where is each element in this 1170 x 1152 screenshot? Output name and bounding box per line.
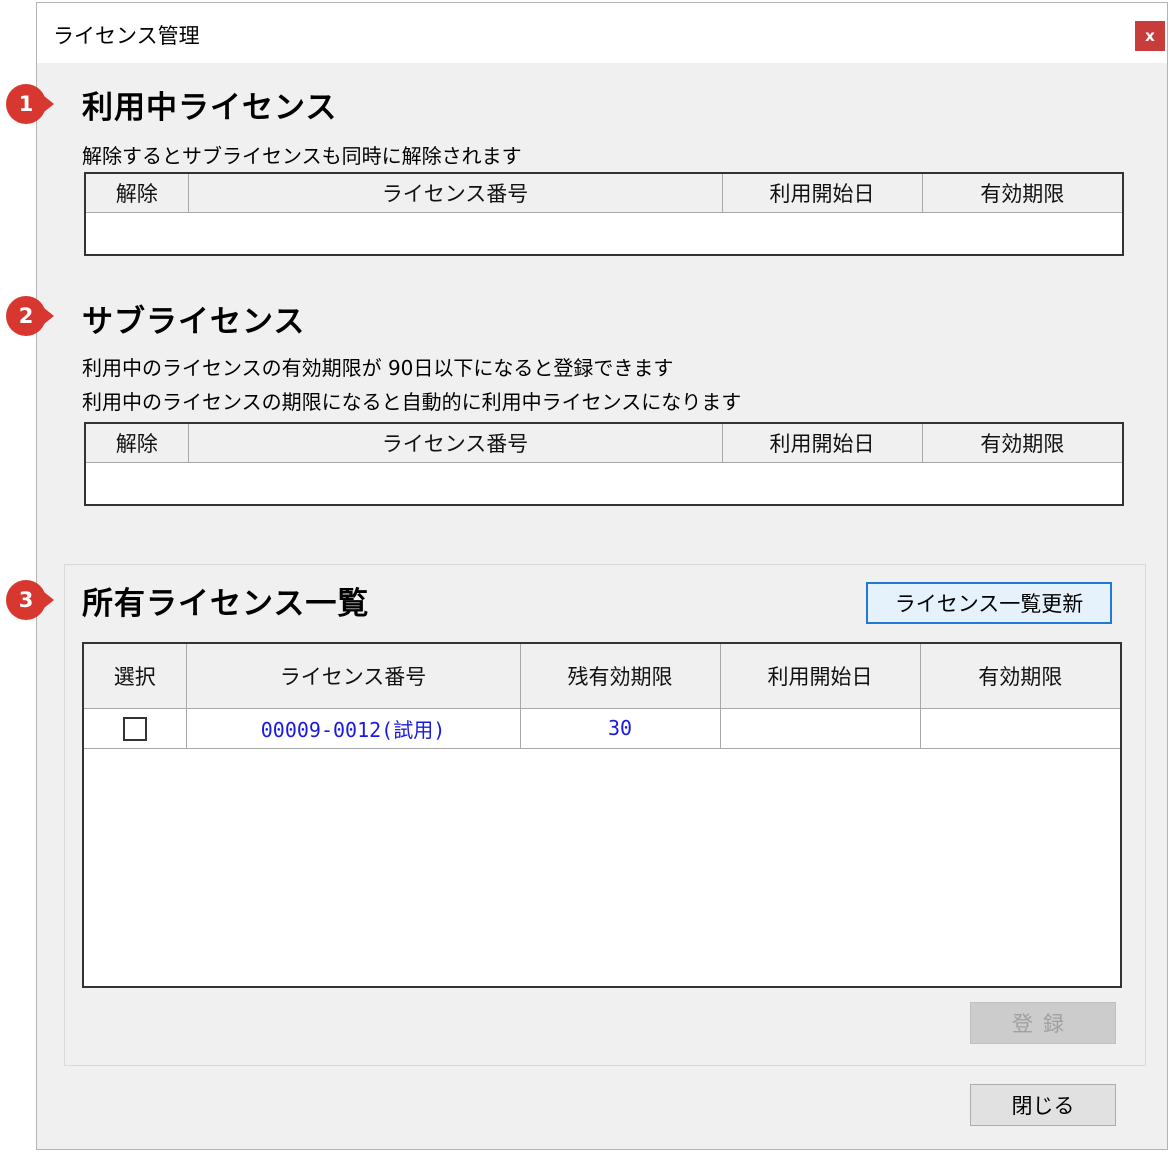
column-header-select: 選択: [84, 644, 187, 709]
register-button[interactable]: 登録: [970, 1002, 1116, 1044]
column-header-expiry: 有効期限: [922, 174, 1122, 213]
column-header-start-date: 利用開始日: [722, 424, 923, 463]
start-date-cell: [720, 708, 921, 749]
section-note-in-use: 解除するとサブライセンスも同時に解除されます: [82, 144, 522, 168]
column-header-release: 解除: [86, 174, 189, 213]
callout-marker-3: 3: [6, 580, 54, 620]
owned-license-table: 選択 ライセンス番号 残有効期限 利用開始日 有効期限 00009-0012(試…: [82, 642, 1122, 988]
column-header-license-number: ライセンス番号: [188, 174, 723, 213]
callout-marker-1: 1: [6, 84, 54, 124]
sub-license-table: 解除 ライセンス番号 利用開始日 有効期限: [84, 422, 1124, 506]
select-cell: [84, 708, 187, 749]
column-header-release: 解除: [86, 424, 189, 463]
column-header-start-date: 利用開始日: [720, 644, 921, 709]
column-header-license-number: ライセンス番号: [186, 644, 521, 709]
column-header-expiry: 有効期限: [922, 424, 1122, 463]
close-icon[interactable]: x: [1135, 21, 1165, 51]
section-note-sub-license-1: 利用中のライセンスの有効期限が 90日以下になると登録できます: [82, 356, 674, 380]
select-checkbox[interactable]: [122, 716, 147, 741]
section-heading-in-use: 利用中ライセンス: [82, 90, 338, 126]
section-heading-owned-licenses: 所有ライセンス一覧: [82, 586, 370, 622]
column-header-start-date: 利用開始日: [722, 174, 923, 213]
column-header-expiry: 有効期限: [920, 644, 1120, 709]
license-number-cell: 00009-0012(試用): [186, 708, 521, 749]
window-title: ライセンス管理: [53, 24, 200, 48]
in-use-license-table: 解除 ライセンス番号 利用開始日 有効期限: [84, 172, 1124, 256]
table-row[interactable]: 00009-0012(試用) 30: [84, 708, 1120, 749]
remaining-validity-cell: 30: [520, 708, 721, 749]
section-heading-sub-license: サブライセンス: [82, 304, 306, 340]
title-bar: ライセンス管理 x: [37, 3, 1167, 63]
column-header-remaining-validity: 残有効期限: [520, 644, 721, 709]
close-button[interactable]: 閉じる: [970, 1084, 1116, 1126]
callout-marker-2: 2: [6, 296, 54, 336]
column-header-license-number: ライセンス番号: [188, 424, 723, 463]
refresh-license-list-button[interactable]: ライセンス一覧更新: [866, 582, 1112, 624]
section-note-sub-license-2: 利用中のライセンスの期限になると自動的に利用中ライセンスになります: [82, 390, 742, 414]
expiry-cell: [920, 708, 1120, 749]
